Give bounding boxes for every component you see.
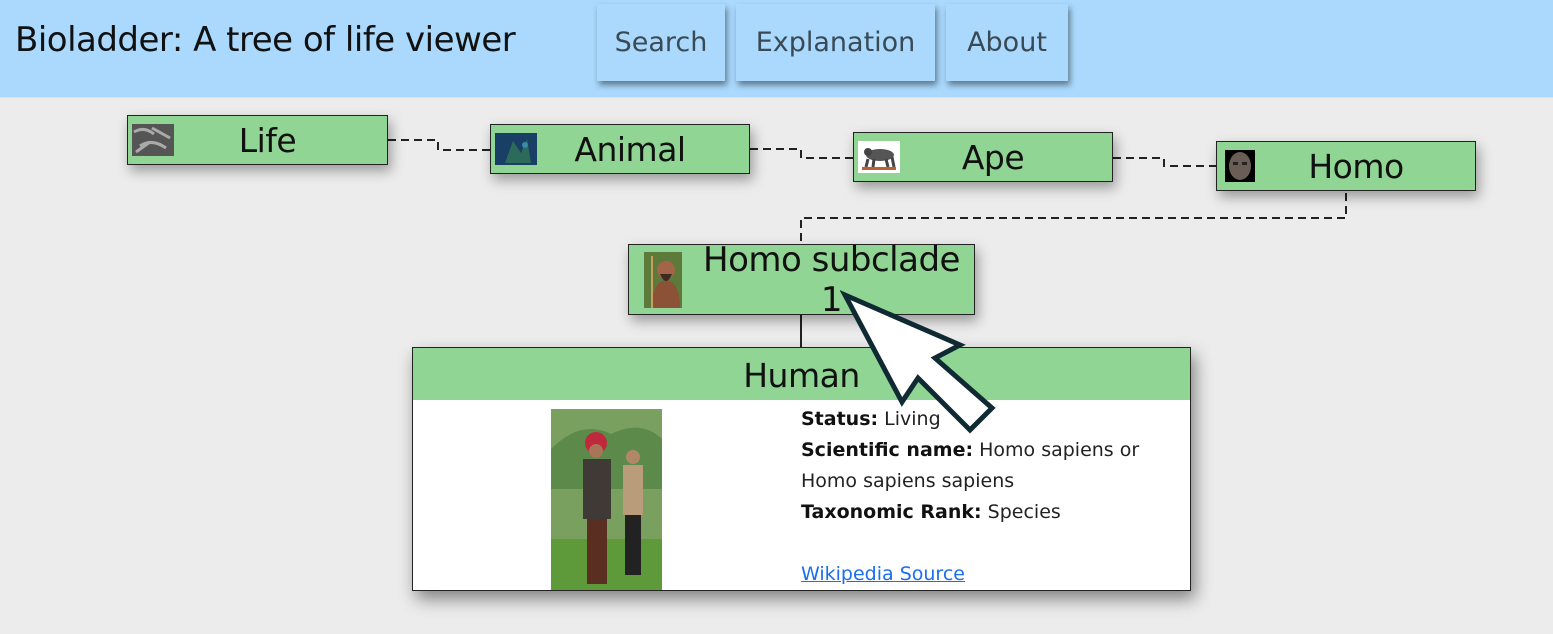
card-title: Human [413, 348, 1190, 400]
tree-node-homo[interactable]: Homo [1216, 141, 1476, 191]
status-key: Status: [801, 408, 879, 430]
connector-animal-ape [750, 148, 853, 159]
ape-thumbnail [858, 141, 900, 173]
status-row: Status: Living [801, 404, 1186, 435]
species-detail-card: Human Status: Living Scientific name: Ho… [412, 347, 1191, 591]
coral-reef-thumbnail [495, 133, 537, 165]
status-value: Living [884, 408, 941, 430]
connector-homo-subclade [800, 193, 1347, 244]
homo-skull-thumbnail [1225, 150, 1255, 182]
taxonomic-rank-row: Taxonomic Rank: Species [801, 497, 1186, 528]
connector-ape-homo [1113, 157, 1216, 167]
tree-node-animal[interactable]: Animal [490, 124, 750, 174]
tree-node-life[interactable]: Life [127, 115, 388, 165]
taxonomic-rank-key: Taxonomic Rank: [801, 501, 982, 523]
scientific-name-key: Scientific name: [801, 439, 974, 461]
bacteria-thumbnail [132, 124, 174, 156]
tree-node-ape[interactable]: Ape [853, 132, 1113, 182]
tree-node-homo-subclade-1[interactable]: Homo subclade 1 [628, 240, 975, 320]
wikipedia-source-link[interactable]: Wikipedia Source [801, 559, 965, 590]
connector-life-animal [388, 139, 490, 151]
species-info: Status: Living Scientific name: Homo sap… [801, 404, 1186, 590]
taxonomic-rank-value: Species [987, 501, 1061, 523]
human-photo [551, 409, 662, 590]
scientific-name-row: Scientific name: Homo sapiens or Homo sa… [801, 435, 1186, 497]
early-human-thumbnail [644, 252, 682, 308]
